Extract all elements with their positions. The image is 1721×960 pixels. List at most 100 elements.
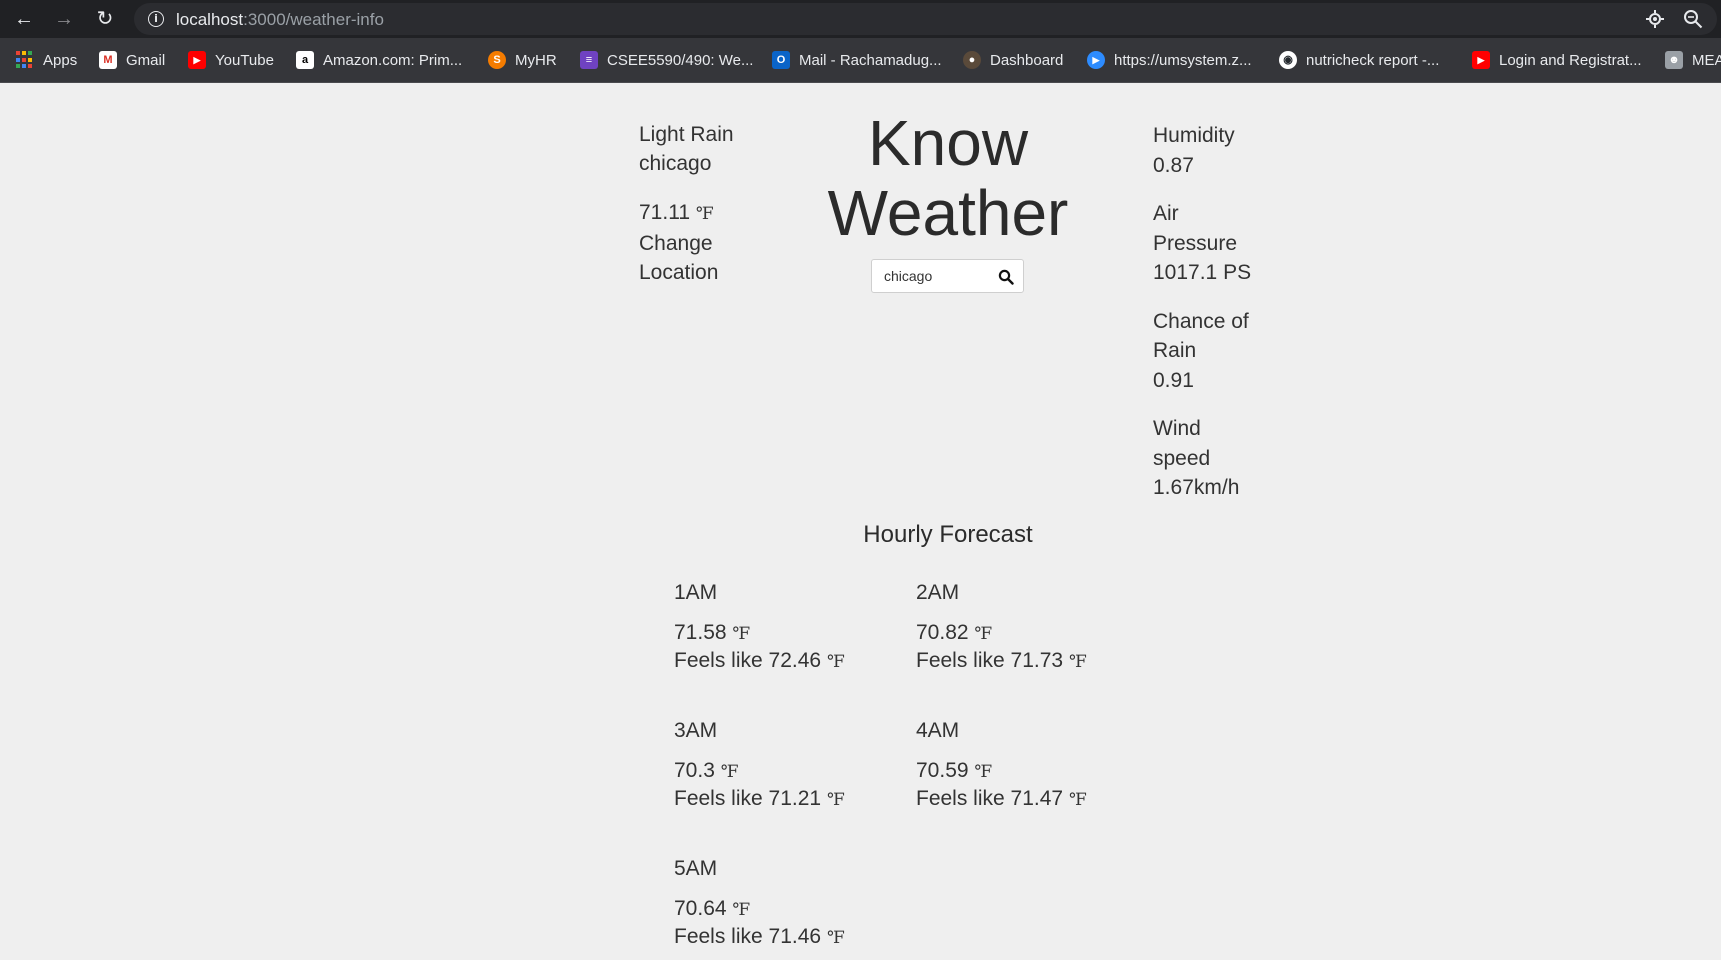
- rain-value: 0.91: [1153, 368, 1194, 392]
- url-host: localhost: [176, 10, 244, 29]
- outlook-icon: O: [772, 51, 790, 69]
- forecast-temp: 70.82 ℉: [916, 621, 1136, 646]
- temp-unit: ℉: [695, 204, 714, 224]
- bookmark-umsystem[interactable]: ▶ https://umsystem.z...: [1087, 49, 1252, 71]
- title-line-1: Know: [867, 107, 1029, 179]
- forecast-time: 2AM: [916, 581, 960, 604]
- forecast-temp: 70.3 ℉: [674, 759, 894, 784]
- forecast-time: 5AM: [674, 857, 718, 880]
- forecast-feels-like: Feels like 71.46 ℉: [674, 922, 894, 953]
- forecast-feels-like: Feels like 72.46 ℉: [674, 646, 894, 677]
- wind-speed-stat: Wind speed 1.67km/h: [1153, 414, 1313, 503]
- pressure-value: 1017.1 PS: [1153, 261, 1252, 284]
- zoom-icon[interactable]: [1682, 9, 1704, 31]
- search-icon[interactable]: [998, 269, 1014, 285]
- weather-condition: Light Rain: [639, 123, 734, 146]
- feels-value: 72.46: [768, 649, 822, 672]
- bookmark-amazon[interactable]: a Amazon.com: Prim...: [296, 49, 462, 71]
- bookmark-nutricheck[interactable]: ◉ nutricheck report -...: [1279, 49, 1439, 71]
- bookmark-label: Apps: [43, 51, 78, 69]
- hourly-forecast-title: Hourly Forecast: [863, 521, 1033, 548]
- feels-prefix: Feels like: [916, 787, 1005, 810]
- forward-icon[interactable]: →: [50, 5, 78, 33]
- bookmark-label: YouTube: [215, 51, 274, 69]
- bookmark-dashboard[interactable]: ● Dashboard: [963, 49, 1063, 71]
- feels-prefix: Feels like: [674, 787, 763, 810]
- weather-stats: Humidity 0.87 Air Pressure 1017.1 PS Cha…: [1153, 121, 1313, 522]
- humidity-label: Humidity: [1153, 124, 1235, 147]
- forecast-temp-unit: ℉: [720, 762, 739, 782]
- forecast-temp-value: 70.82: [916, 621, 969, 644]
- bookmark-myhr[interactable]: S MyHR: [488, 49, 557, 71]
- reload-icon[interactable]: ↻: [91, 5, 119, 33]
- humidity-stat: Humidity 0.87: [1153, 121, 1313, 180]
- change-location-line2: Location: [639, 261, 719, 284]
- list-icon: ≡: [580, 51, 598, 69]
- amazon-icon: a: [296, 51, 314, 69]
- bookmark-gmail[interactable]: M Gmail: [99, 49, 165, 71]
- forecast-temp: 71.58 ℉: [674, 621, 894, 646]
- bookmark-outlook[interactable]: O Mail - Rachamadug...: [772, 49, 942, 71]
- forecast-temp-value: 70.59: [916, 759, 969, 782]
- bookmark-label: Amazon.com: Prim...: [323, 51, 463, 69]
- feels-prefix: Feels like: [674, 925, 763, 948]
- forecast-hour-card: 1AM 71.58 ℉ Feels like 72.46 ℉: [674, 581, 894, 677]
- location-search-input[interactable]: [884, 266, 994, 286]
- apps-grid-icon: [16, 51, 34, 69]
- dashboard-icon: ●: [963, 51, 981, 69]
- feels-prefix: Feels like: [916, 649, 1005, 672]
- rain-label-2: Rain: [1153, 339, 1197, 362]
- forecast-time: 1AM: [674, 581, 718, 604]
- wind-label-2: speed: [1153, 446, 1211, 470]
- url-text[interactable]: localhost:3000/weather-info: [176, 10, 384, 30]
- forecast-temp-unit: ℉: [974, 624, 993, 644]
- browser-chrome: ← → ↻ i localhost:3000/weather-info Apps…: [0, 0, 1721, 83]
- bookmark-label: Mail - Rachamadug...: [799, 51, 942, 69]
- wind-label-1: Wind: [1153, 417, 1201, 440]
- feels-value: 71.73: [1010, 649, 1064, 672]
- bookmark-label: Dashboard: [990, 51, 1064, 69]
- url-path: :3000/weather-info: [243, 10, 384, 29]
- bookmark-label: Gmail: [126, 51, 166, 69]
- gmail-icon: M: [99, 51, 117, 69]
- forecast-hour-card: 3AM 70.3 ℉ Feels like 71.21 ℉: [674, 719, 894, 815]
- info-icon[interactable]: i: [148, 11, 164, 27]
- feels-unit: ℉: [1068, 652, 1087, 672]
- humidity-value: 0.87: [1153, 153, 1194, 177]
- forecast-temp-value: 70.3: [674, 759, 715, 782]
- forecast-temp-unit: ℉: [732, 624, 751, 644]
- bookmarks-bar: Apps M Gmail ▶ YouTube a Amazon.com: Pri…: [0, 38, 1721, 83]
- forecast-hour-card: 4AM 70.59 ℉ Feels like 71.47 ℉: [916, 719, 1136, 815]
- bookmark-youtube[interactable]: ▶ YouTube: [188, 49, 274, 71]
- pressure-label-1: Air: [1153, 202, 1179, 225]
- forecast-temp-unit: ℉: [974, 762, 993, 782]
- forecast-feels-like: Feels like 71.47 ℉: [916, 784, 1136, 815]
- bookmark-apps[interactable]: Apps: [16, 49, 77, 71]
- feels-unit: ℉: [1068, 790, 1087, 810]
- pressure-label-2: Pressure: [1153, 231, 1238, 255]
- forecast-temp-value: 71.58: [674, 621, 727, 644]
- bookmark-label: Login and Registrat...: [1499, 51, 1642, 69]
- forecast-time: 4AM: [916, 719, 960, 742]
- forecast-time: 3AM: [674, 719, 718, 742]
- forecast-feels-like: Feels like 71.21 ℉: [674, 784, 894, 815]
- feels-unit: ℉: [826, 652, 845, 672]
- avatar-icon: ☻: [1665, 51, 1683, 69]
- forecast-temp: 70.64 ℉: [674, 897, 894, 922]
- feels-unit: ℉: [826, 790, 845, 810]
- bookmark-csee[interactable]: ≡ CSEE5590/490: We...: [580, 49, 753, 71]
- bookmark-label: CSEE5590/490: We...: [607, 51, 754, 69]
- bookmark-mea[interactable]: ☻ MEA: [1665, 49, 1721, 71]
- location-icon[interactable]: [1644, 9, 1666, 31]
- bookmark-label: MEA: [1692, 51, 1721, 69]
- browser-toolbar: ← → ↻ i localhost:3000/weather-info: [0, 0, 1721, 38]
- rain-chance-stat: Chance of Rain 0.91: [1153, 307, 1313, 396]
- address-bar[interactable]: i localhost:3000/weather-info: [134, 3, 1717, 35]
- forecast-temp-unit: ℉: [732, 900, 751, 920]
- change-location-line1: Change: [639, 232, 713, 255]
- feels-unit: ℉: [826, 928, 845, 948]
- youtube-icon: ▶: [188, 51, 206, 69]
- current-city: chicago: [639, 152, 712, 175]
- back-icon[interactable]: ←: [10, 5, 38, 33]
- bookmark-login[interactable]: ▶ Login and Registrat...: [1472, 49, 1642, 71]
